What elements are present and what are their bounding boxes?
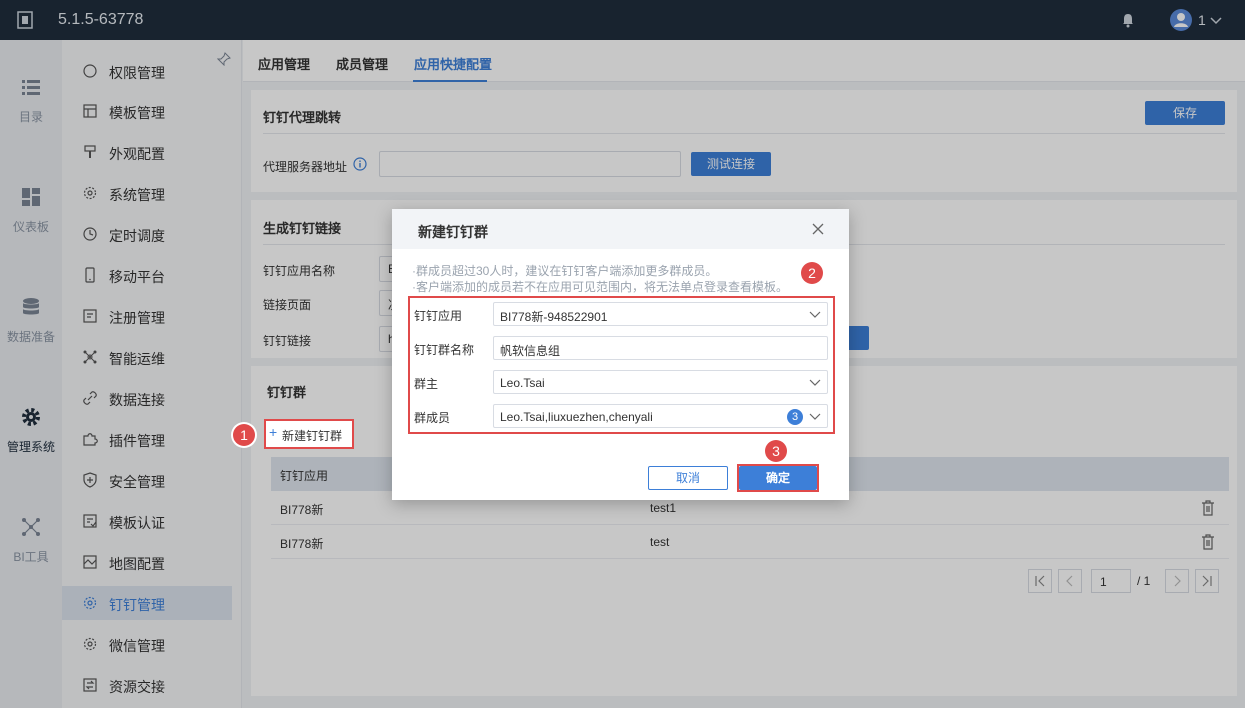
hint-line-2: ·客户端添加的成员若不在应用可见范围内，将无法单点登录查看模板。	[412, 280, 788, 294]
hint-line-1: ·群成员超过30人时，建议在钉钉客户端添加更多群成员。	[412, 264, 718, 278]
new-group-dialog: 新建钉钉群 ·群成员超过30人时，建议在钉钉客户端添加更多群成员。 ·客户端添加…	[392, 209, 849, 500]
dialog-header: 新建钉钉群	[392, 209, 849, 249]
dialog-title: 新建钉钉群	[418, 224, 488, 240]
annotation-badge-3: 3	[765, 440, 787, 462]
annotation-badge-1: 1	[233, 424, 255, 446]
close-icon[interactable]	[812, 223, 824, 235]
cancel-button[interactable]: 取消	[648, 466, 728, 490]
annotation-box-1	[264, 419, 354, 449]
annotation-badge-2: 2	[801, 262, 823, 284]
annotation-box-2	[408, 296, 835, 434]
annotation-box-3	[737, 464, 819, 492]
